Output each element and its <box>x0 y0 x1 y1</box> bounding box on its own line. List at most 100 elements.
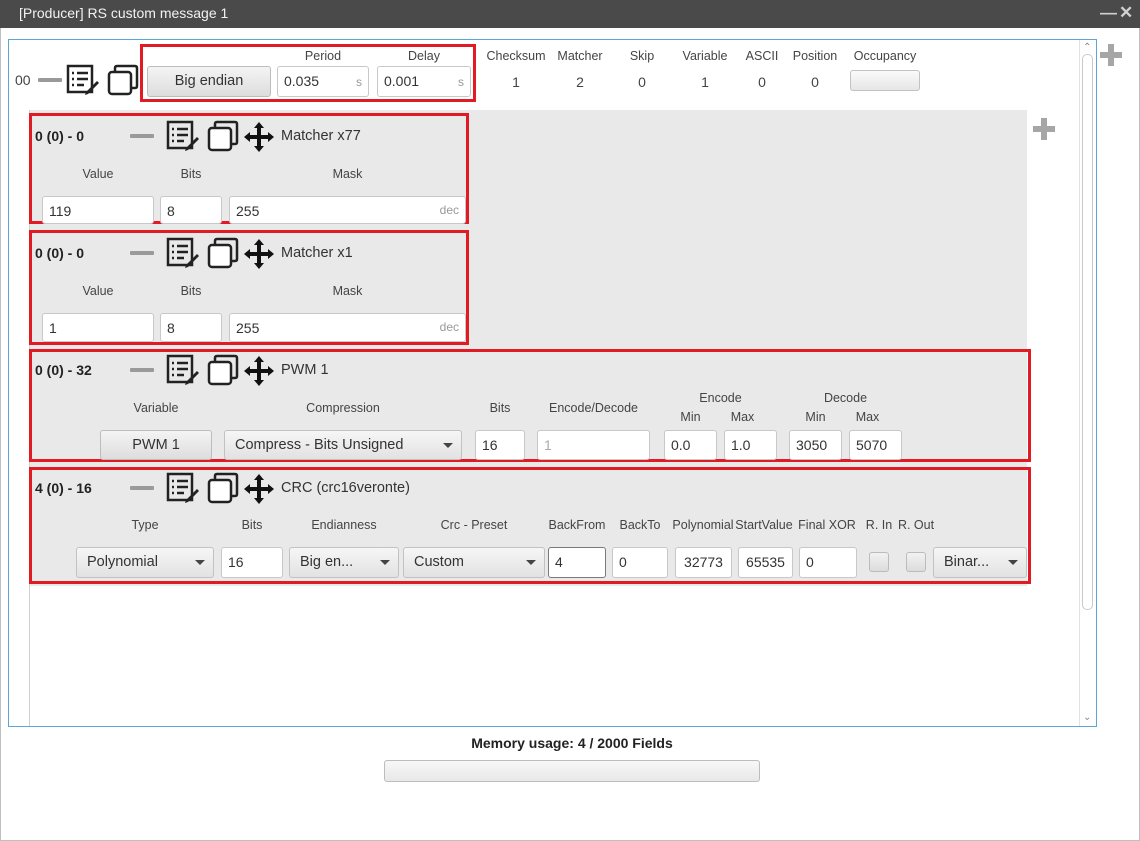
minimize-button[interactable]: — <box>1100 3 1117 23</box>
scrollbar-thumb[interactable] <box>1082 54 1093 610</box>
encode-max-input[interactable]: 1.0 <box>724 430 777 460</box>
period-unit: s <box>356 75 362 89</box>
matcher-2-name: Matcher x1 <box>281 245 353 261</box>
matcher-2-mask-value: 255 <box>236 320 260 336</box>
delay-label: Delay <box>408 49 440 63</box>
bits-label: Bits <box>241 518 263 532</box>
matcher-1-mask-input[interactable]: 255 dec <box>229 196 466 224</box>
compression-select[interactable]: Compress - Bits Unsigned <box>224 430 462 460</box>
copy-icon[interactable] <box>207 120 239 152</box>
encode-decode-input[interactable]: 1 <box>537 430 650 460</box>
final-xor-label: Final XOR <box>798 518 856 532</box>
endianness-value: Big en... <box>300 554 354 570</box>
copy-icon[interactable] <box>207 237 239 269</box>
edit-list-icon[interactable] <box>66 64 100 96</box>
edit-list-icon[interactable] <box>166 120 200 152</box>
backfrom-input[interactable]: 4 <box>548 547 606 578</box>
add-field-icon[interactable] <box>1033 118 1055 140</box>
reflect-in-checkbox[interactable] <box>869 552 889 572</box>
polynomial-input[interactable]: 32773 <box>675 547 732 578</box>
backfrom-label: BackFrom <box>548 518 606 532</box>
matcher-1-name: Matcher x77 <box>281 128 361 144</box>
startvalue-input[interactable]: 65535 <box>738 547 793 578</box>
backto-input[interactable]: 0 <box>612 547 668 578</box>
matcher-1-value-input[interactable]: 119 <box>42 196 154 224</box>
endianness-select[interactable]: Big en... <box>289 547 399 578</box>
edit-list-icon[interactable] <box>166 472 200 504</box>
reflect-in-label: R. In <box>865 518 893 532</box>
mask-label: Mask <box>332 167 363 181</box>
edit-list-icon[interactable] <box>166 237 200 269</box>
stat-ascii-label: ASCII <box>745 49 779 63</box>
decode-min-input[interactable]: 3050 <box>789 430 842 460</box>
endian-button[interactable]: Big endian <box>147 66 271 97</box>
copy-icon[interactable] <box>107 64 139 96</box>
chevron-down-icon <box>195 560 205 565</box>
chevron-down-icon <box>1008 560 1018 565</box>
scroll-up-icon[interactable]: ⌃ <box>1083 42 1091 53</box>
close-button[interactable]: ✕ <box>1119 3 1133 23</box>
crc-bits-input[interactable]: 16 <box>221 547 283 578</box>
reflect-out-label: R. Out <box>897 518 935 532</box>
delay-input[interactable]: 0.001 s <box>377 66 471 97</box>
pwm-bits-input[interactable]: 16 <box>475 430 525 460</box>
copy-icon[interactable] <box>207 472 239 504</box>
encode-max-label: Max <box>730 410 755 424</box>
remove-field-icon[interactable] <box>130 251 154 255</box>
chevron-down-icon <box>380 560 390 565</box>
remove-field-icon[interactable] <box>130 486 154 490</box>
pwm-name: PWM 1 <box>281 362 329 378</box>
memory-usage-bar <box>384 760 760 782</box>
polynomial-label: Polynomial <box>672 518 734 532</box>
matcher-1-bits-input[interactable]: 8 <box>160 196 222 224</box>
occupancy-bar <box>850 70 920 91</box>
decode-label: Decode <box>823 391 868 405</box>
remove-message-icon[interactable] <box>38 78 62 82</box>
copy-icon[interactable] <box>207 354 239 386</box>
matcher-2-bits-input[interactable]: 8 <box>160 313 222 342</box>
encode-min-label: Min <box>680 410 701 424</box>
move-icon[interactable] <box>243 238 275 270</box>
value-label: Value <box>82 167 114 181</box>
remove-field-icon[interactable] <box>130 368 154 372</box>
final-xor-input[interactable]: 0 <box>799 547 857 578</box>
decode-min-label: Min <box>805 410 826 424</box>
crc-type-select[interactable]: Polynomial <box>76 547 214 578</box>
remove-field-icon[interactable] <box>130 134 154 138</box>
period-value: 0.035 <box>284 73 320 89</box>
backto-label: BackTo <box>619 518 661 532</box>
edit-list-icon[interactable] <box>166 354 200 386</box>
reflect-out-checkbox[interactable] <box>906 552 926 572</box>
crc-id: 4 (0) - 16 <box>35 480 92 496</box>
fields-area-empty <box>29 586 1027 726</box>
crc-preset-select[interactable]: Custom <box>403 547 545 578</box>
encode-label: Encode <box>699 391 742 405</box>
stat-checksum-value: 1 <box>512 74 520 90</box>
pwm-variable-button[interactable]: PWM 1 <box>100 430 212 460</box>
compression-value: Compress - Bits Unsigned <box>235 437 404 453</box>
move-icon[interactable] <box>243 473 275 505</box>
add-message-icon[interactable] <box>1100 44 1122 66</box>
matcher-2-value-input[interactable]: 1 <box>42 313 154 342</box>
matcher-1-mask-value: 255 <box>236 203 260 219</box>
crc-format-select[interactable]: Binar... <box>933 547 1027 578</box>
move-icon[interactable] <box>243 355 275 387</box>
stat-skip-label: Skip <box>629 49 655 63</box>
scroll-down-icon[interactable]: ⌄ <box>1083 712 1091 723</box>
stat-skip-value: 0 <box>638 74 646 90</box>
window-titlebar: [Producer] RS custom message 1 — ✕ <box>0 0 1140 28</box>
matcher-1-id: 0 (0) - 0 <box>35 128 85 144</box>
encode-min-input[interactable]: 0.0 <box>664 430 717 460</box>
period-input[interactable]: 0.035 s <box>277 66 369 97</box>
message-index: 00 <box>15 72 31 88</box>
decode-max-input[interactable]: 5070 <box>849 430 902 460</box>
matcher-2-mask-input[interactable]: 255 dec <box>229 313 466 342</box>
crc-preset-label: Crc - Preset <box>440 518 508 532</box>
type-label: Type <box>131 518 159 532</box>
value-label: Value <box>82 284 114 298</box>
delay-unit: s <box>458 75 464 89</box>
variable-label: Variable <box>133 401 179 415</box>
move-icon[interactable] <box>243 121 275 153</box>
stat-matcher-label: Matcher <box>557 49 603 63</box>
compression-label: Compression <box>306 401 380 415</box>
